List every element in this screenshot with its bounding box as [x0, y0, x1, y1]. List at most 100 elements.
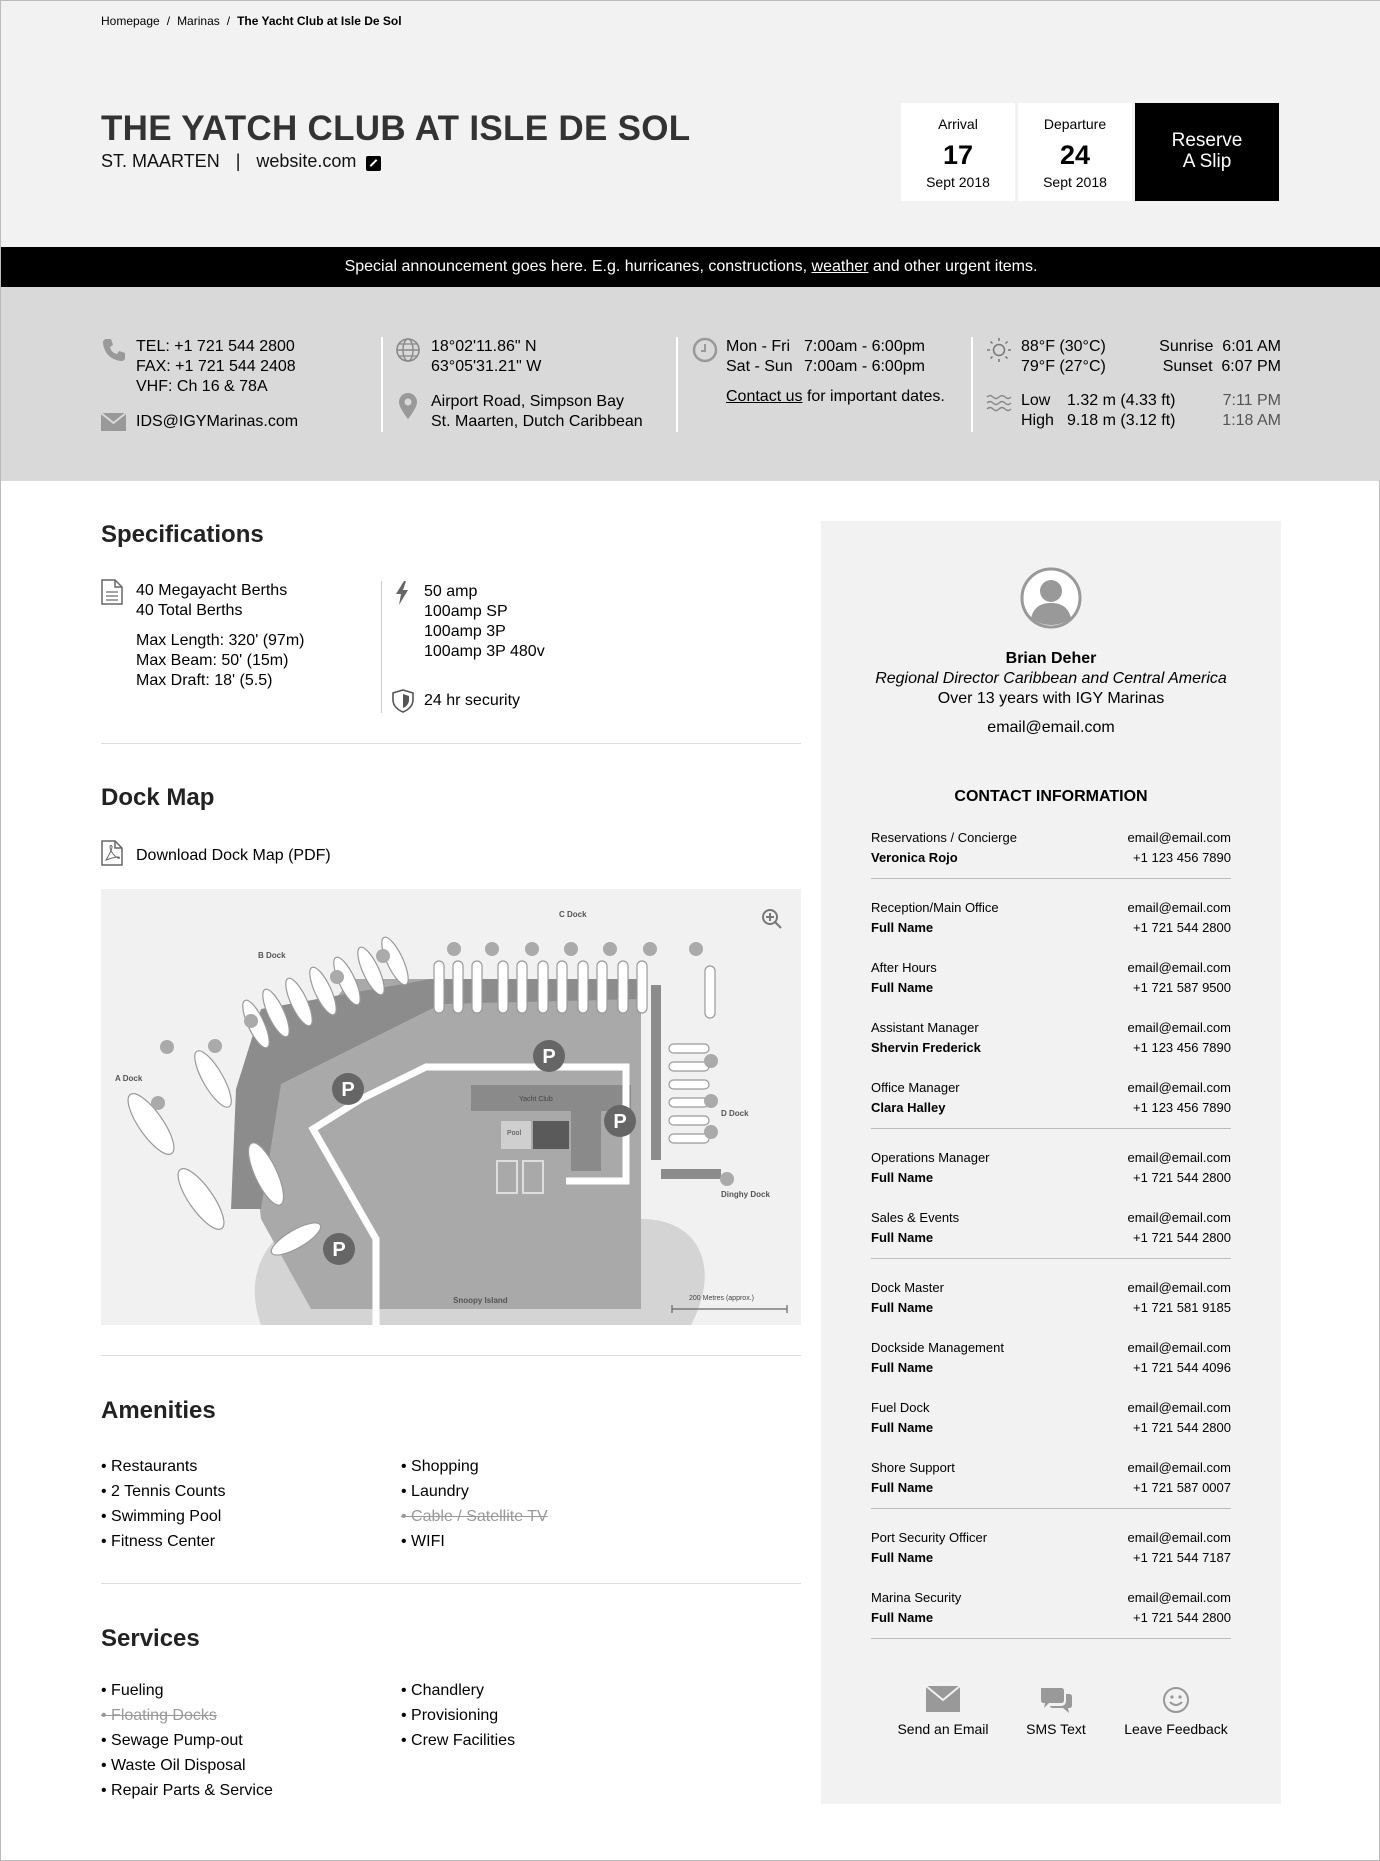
weekday-label: Mon - Fri [726, 338, 790, 355]
sms-text-button[interactable]: SMS Text [1016, 1686, 1096, 1737]
manager-block: Brian Deher Regional Director Caribbean … [821, 649, 1281, 738]
envelope-icon [925, 1685, 961, 1712]
contact-row: Operations Manager Full Name email@email… [871, 1148, 1231, 1188]
arrival-month: Sept 2018 [926, 174, 990, 190]
weekday-hours: 7:00am - 6:00pm [804, 338, 925, 355]
specifications-heading: Specifications [101, 521, 264, 548]
breadcrumb-home[interactable]: Homepage [101, 14, 160, 28]
contact-email[interactable]: email@email.com [1128, 898, 1232, 918]
power-item: 100amp 3P 480v [424, 643, 545, 660]
contact-phone[interactable]: +1 721 544 7187 [1128, 1548, 1231, 1568]
contact-email[interactable]: email@email.com [1128, 1398, 1232, 1418]
contact-phone[interactable]: +1 721 544 4096 [1128, 1358, 1231, 1378]
weekend-hours: 7:00am - 6:00pm [804, 358, 925, 375]
contact-phone[interactable]: +1 721 587 0007 [1128, 1478, 1231, 1498]
contact-email[interactable]: email@email.com [1128, 958, 1232, 978]
contact-row: Dock Master Full Name email@email.com +1 … [871, 1278, 1231, 1318]
temp-high: 88°F (30°C) [1021, 338, 1106, 355]
arrival-day: 17 [942, 140, 974, 170]
contact-row: Office Manager Clara Halley email@email.… [871, 1078, 1231, 1118]
leave-feedback-button[interactable]: Leave Feedback [1111, 1686, 1241, 1737]
a-dock-label: A Dock [115, 1074, 143, 1083]
website-link[interactable]: website.com [256, 151, 356, 172]
svg-text:P: P [613, 1111, 626, 1133]
sunset-label: Sunset [1162, 358, 1213, 375]
contact-email[interactable]: email@email.com [1128, 1078, 1232, 1098]
amenity-item: • Shopping [401, 1458, 479, 1475]
contact-row: Reservations / Concierge Veronica Rojo e… [871, 828, 1231, 868]
contact-email[interactable]: email@email.com [1128, 1588, 1232, 1608]
total-berths: 40 Total Berths [136, 602, 243, 619]
manager-email[interactable]: email@email.com [821, 718, 1281, 738]
arrival-label: Arrival [938, 116, 978, 132]
sun-icon [987, 338, 1011, 362]
contact-email[interactable]: email@email.com [1128, 828, 1232, 848]
contact-email[interactable]: email@email.com [1128, 1018, 1232, 1038]
amenity-item: • Laundry [401, 1483, 469, 1500]
contact-phone[interactable]: +1 721 544 2800 [1128, 1228, 1231, 1248]
temperature-block: 88°F (30°C) 79°F (27°C) [1021, 337, 1106, 377]
contact-row: After Hours Full Name email@email.com +1 … [871, 958, 1231, 998]
power-item: 100amp 3P [424, 623, 506, 640]
subtitle-separator: | [235, 151, 241, 171]
contact-row: Marina Security Full Name email@email.co… [871, 1588, 1231, 1628]
weekend-label: Sat - Sun [726, 358, 793, 375]
sunrise-time: 6:01 AM [1222, 338, 1281, 355]
contact-us-link[interactable]: Contact us [726, 388, 802, 405]
contact-phone[interactable]: +1 123 456 7890 [1128, 848, 1231, 868]
reserve-slip-button[interactable]: Reserve A Slip [1135, 103, 1279, 201]
document-icon [101, 579, 123, 605]
leave-feedback-label: Leave Feedback [1124, 1721, 1228, 1737]
send-email-button[interactable]: Send an Email [883, 1685, 1003, 1737]
sunset-time: 6:07 PM [1221, 358, 1281, 375]
snoopy-island-label: Snoopy Island [453, 1296, 508, 1305]
lightning-icon [396, 581, 408, 605]
max-beam: Max Beam: 50' (15m) [136, 652, 289, 669]
contact-phone[interactable]: +1 721 544 2800 [1128, 1168, 1231, 1188]
contact-phone[interactable]: +1 123 456 7890 [1128, 1098, 1231, 1118]
breadcrumb-marinas[interactable]: Marinas [177, 14, 220, 28]
departure-date-picker[interactable]: Departure 24 Sept 2018 [1018, 103, 1132, 201]
b-dock-label: B Dock [258, 951, 286, 960]
contact-phone[interactable]: +1 721 587 9500 [1128, 978, 1231, 998]
contact-email[interactable]: email@email.com [1128, 1278, 1232, 1298]
map-pin-icon [399, 393, 417, 419]
contact-phone[interactable]: +1 123 456 7890 [1128, 1038, 1231, 1058]
contact-email[interactable]: email@email.com [1128, 1148, 1232, 1168]
info-divider [971, 337, 973, 432]
tide-low-time: 7:11 PM [1222, 392, 1281, 409]
contact-email[interactable]: email@email.com [1128, 1208, 1232, 1228]
page-title: THE YATCH CLUB AT ISLE DE SOL [101, 109, 691, 148]
contact-row: Fuel Dock Full Name email@email.com +1 72… [871, 1398, 1231, 1438]
contact-row: Port Security Officer Full Name email@em… [871, 1528, 1231, 1568]
contact-row: Sales & Events Full Name email@email.com… [871, 1208, 1231, 1248]
breadcrumb: Homepage / Marinas / The Yacht Club at Isle … [101, 14, 402, 28]
contact-phone[interactable]: +1 721 544 2800 [1128, 1418, 1231, 1438]
mail-icon [101, 413, 126, 431]
contact-phone[interactable]: +1 721 544 2800 [1128, 918, 1231, 938]
contact-email[interactable]: email@email.com [1128, 1338, 1232, 1358]
specs-divider [381, 581, 382, 713]
services-heading: Services [101, 1625, 200, 1652]
hours-block: Mon - Fri 7:00am - 6:00pm Sat - Sun 7:00am… [726, 337, 945, 407]
tide-times-block: 7:11 PM 1:18 AM [1191, 391, 1281, 431]
contact-email[interactable]: email@email.com [1128, 1528, 1232, 1548]
service-item: • Fueling [101, 1682, 164, 1699]
tel-number[interactable]: TEL: +1 721 544 2800 [136, 337, 296, 357]
weather-link[interactable]: weather [812, 258, 869, 275]
pdf-icon[interactable] [101, 840, 123, 866]
dock-map[interactable]: P P P P C Dock B Dock A Dock D Dock Ding… [101, 889, 801, 1325]
arrival-date-picker[interactable]: Arrival 17 Sept 2018 [901, 103, 1015, 201]
contact-email[interactable]: email@email.com [1128, 1458, 1232, 1478]
marina-email[interactable]: IDS@IGYMarinas.com [136, 412, 298, 432]
download-dock-map-link[interactable]: Download Dock Map (PDF) [136, 846, 331, 866]
tide-high-label: High [1021, 412, 1054, 429]
amenities-list-right: • Shopping • Laundry • Cable / Satellite… [401, 1454, 548, 1554]
dock-map-image: P P P P [101, 889, 801, 1325]
contact-phone[interactable]: +1 721 581 9185 [1128, 1298, 1231, 1318]
external-link-icon[interactable] [366, 156, 382, 171]
dinghy-dock-label: Dinghy Dock [721, 1190, 770, 1199]
tide-high-value: 9.18 m (3.12 ft) [1067, 412, 1176, 429]
contact-phone[interactable]: +1 721 544 2800 [1128, 1608, 1231, 1628]
location-label: ST. MAARTEN [101, 151, 220, 171]
